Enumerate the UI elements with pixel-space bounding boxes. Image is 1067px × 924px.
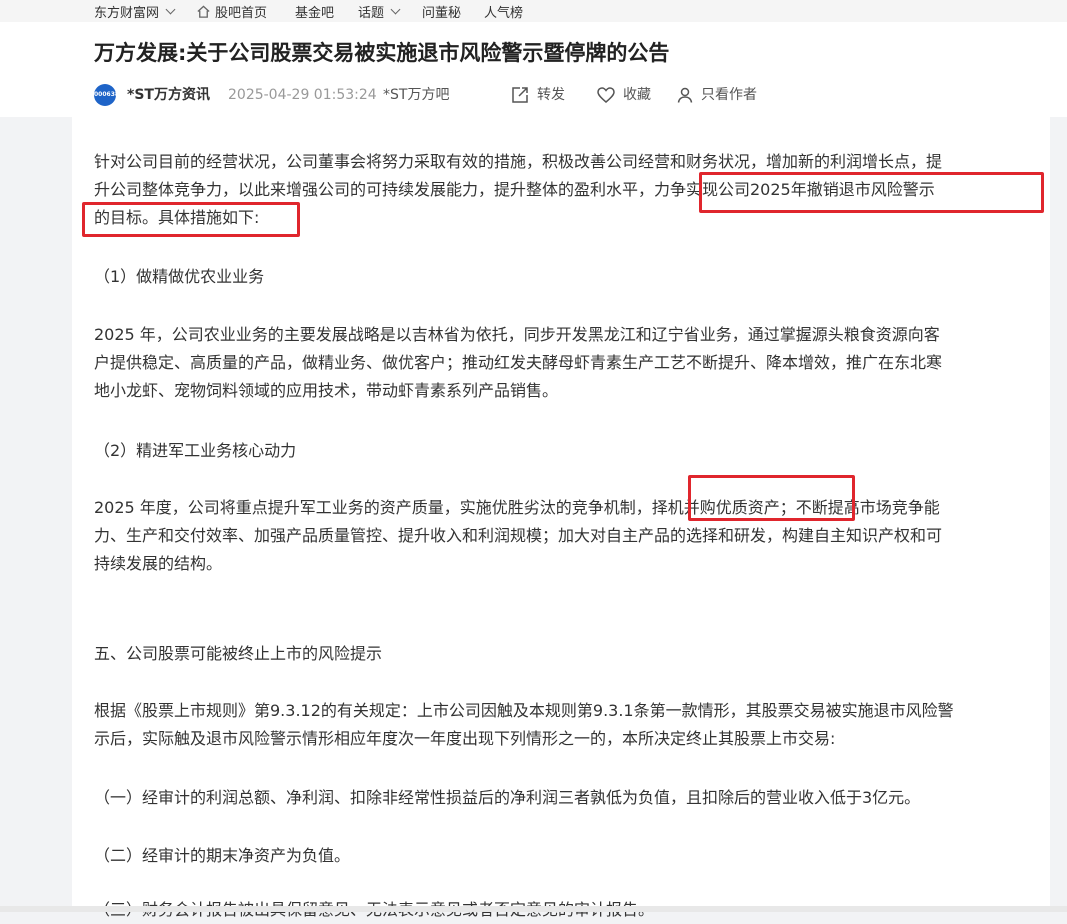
text-line: 2025 年，公司农业业务的主要发展战略是以吉林省为依托，同步开发黑龙江和辽宁省…: [94, 325, 940, 344]
nav-topics-label: 话题: [358, 6, 385, 21]
heading-military: （2）精进军工业务核心动力: [94, 441, 297, 460]
site-name: 东方财富网: [94, 6, 160, 21]
bar-link[interactable]: *ST万方吧: [383, 84, 449, 106]
share-icon: [512, 87, 528, 103]
chevron-down-icon: [165, 4, 176, 15]
paragraph-listing-rules: 根据《股票上市规则》第9.3.12的有关规定：上市公司因触及本规则第9.3.1条…: [94, 697, 1034, 753]
text-line: 力、生产和交付效率、加强产品质量管控、提升收入和利润规模；加大对自主产品的选择和…: [94, 526, 943, 545]
highlight-box: [688, 475, 855, 521]
nav-popular-label: 人气榜: [484, 6, 524, 21]
article-header: 万方发展:关于公司股票交易被实施退市风险警示暨停牌的公告 000638 *ST万…: [0, 22, 1067, 117]
condition-item: （一）经审计的利润总额、净利润、扣除非经常性损益后的净利润三者孰低为负值，且扣除…: [94, 788, 921, 807]
nav-fund-label: 基金吧: [295, 6, 335, 21]
nav-ask-label: 问董秘: [422, 6, 462, 21]
author-only-label: 只看作者: [701, 87, 757, 103]
top-navigation: 东方财富网 股吧首页 基金吧 话题 问董秘 人气榜: [0, 0, 1067, 22]
heading-agriculture: （1）做精做优农业业务: [94, 267, 265, 286]
avatar[interactable]: 000638: [94, 84, 119, 106]
text-line: 示后，实际触及退市风险警示情形相应年度次一年度出现下列情形之一的，本所决定终止其…: [94, 729, 836, 748]
text-line: 根据《股票上市规则》第9.3.12的有关规定：上市公司因触及本规则第9.3.1条…: [94, 701, 954, 720]
site-menu[interactable]: 东方财富网: [94, 2, 176, 21]
text-line: 户提供稳定、高质量的产品，做精业务、做优客户；推动红发夫酵母虾青素生产工艺不断提…: [94, 353, 943, 372]
paragraph-military: 2025 年度，公司将重点提升军工业务的资产质量，实施优胜劣汰的竞争机制，择机并…: [94, 494, 1034, 578]
paragraph-agriculture: 2025 年，公司农业业务的主要发展战略是以吉林省为依托，同步开发黑龙江和辽宁省…: [94, 321, 1034, 405]
highlight-box: [82, 202, 300, 237]
text-line: 2025 年度，公司将重点提升军工业务的资产质量，实施优胜劣汰的竞争机制，择机并…: [94, 498, 940, 517]
author-name[interactable]: *ST万方资讯: [127, 84, 210, 106]
condition-item: （二）经审计的期末净资产为负值。: [94, 846, 351, 865]
nav-home[interactable]: 股吧首页: [196, 2, 267, 21]
favorite-button[interactable]: 收藏: [596, 84, 651, 106]
nav-ask[interactable]: 问董秘: [422, 2, 461, 21]
text-line: 持续发展的结构。: [94, 554, 223, 573]
favorite-label: 收藏: [623, 87, 651, 103]
article-title: 万方发展:关于公司股票交易被实施退市风险警示暨停牌的公告: [94, 41, 670, 65]
nav-home-label: 股吧首页: [215, 6, 268, 21]
home-icon: [197, 5, 210, 18]
chevron-down-icon: [390, 4, 401, 15]
nav-topics[interactable]: 话题: [358, 2, 401, 21]
user-icon: [677, 87, 693, 103]
horizontal-scrollbar[interactable]: [0, 906, 1067, 912]
highlight-box: [699, 172, 1044, 213]
post-time: 2025-04-29 01:53:24: [228, 87, 377, 103]
text-line: 地小龙虾、宠物饲料领域的应用技术，带动虾青素系列产品销售。: [94, 381, 559, 400]
nav-popular[interactable]: 人气榜: [484, 2, 523, 21]
author-only-button[interactable]: 只看作者: [676, 84, 757, 106]
heart-icon: [597, 87, 615, 103]
heading-delisting-risk: 五、公司股票可能被终止上市的风险提示: [94, 644, 383, 663]
share-button[interactable]: 转发: [510, 84, 565, 106]
share-label: 转发: [537, 87, 565, 103]
nav-fund[interactable]: 基金吧: [295, 2, 334, 21]
